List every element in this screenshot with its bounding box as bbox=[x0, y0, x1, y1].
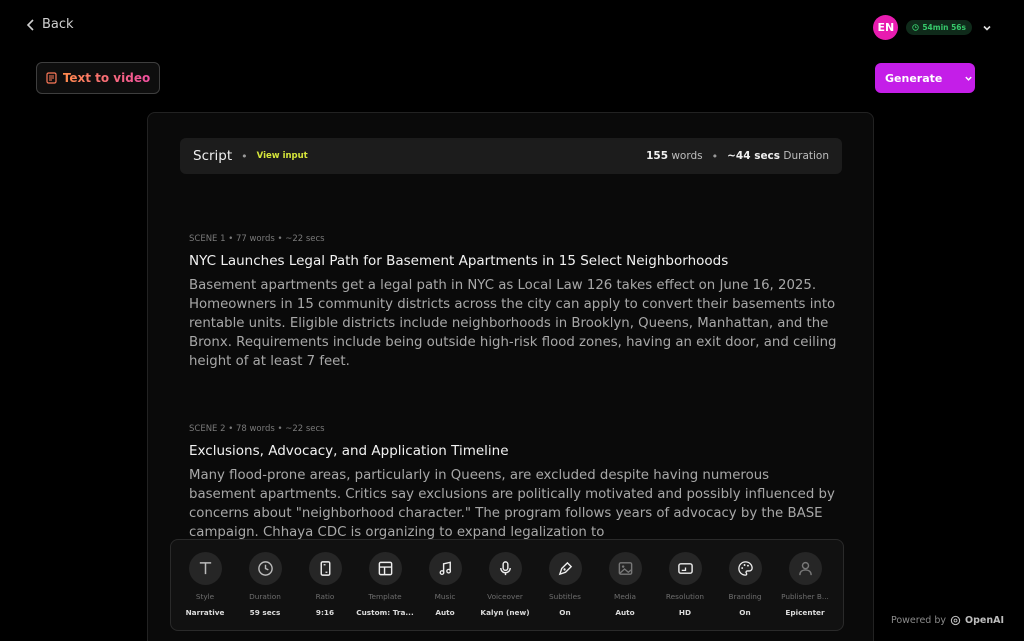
clock-icon bbox=[257, 561, 273, 576]
template-icon bbox=[378, 561, 392, 576]
text-icon bbox=[199, 562, 211, 575]
powered-by-label: Powered by bbox=[890, 615, 947, 626]
tool-value: Auto bbox=[615, 608, 635, 617]
words-count: 155 bbox=[646, 150, 668, 162]
screen-icon bbox=[677, 563, 693, 574]
tool-label: Subtitles bbox=[549, 592, 581, 601]
tool-label: Publisher B... bbox=[781, 592, 829, 601]
chevron-down-icon bbox=[983, 25, 991, 31]
user-icon bbox=[798, 561, 812, 576]
tool-ratio[interactable]: Ratio 9:16 bbox=[295, 552, 355, 630]
tool-label: Style bbox=[195, 592, 215, 601]
generate-button[interactable]: Generate bbox=[875, 63, 975, 93]
scene-title: NYC Launches Legal Path for Basement Apa… bbox=[189, 253, 729, 269]
account-menu-button[interactable] bbox=[980, 21, 994, 35]
script-title: Script bbox=[193, 148, 233, 164]
scene-title: Exclusions, Advocacy, and Application Ti… bbox=[189, 443, 509, 459]
tool-value: Custom: Tra... bbox=[356, 608, 414, 617]
powered-by: Powered by OpenAI bbox=[891, 615, 1004, 626]
tool-value: Epicenter bbox=[785, 608, 825, 617]
script-header: Script • View input 155 words • ~44 secs… bbox=[180, 138, 842, 174]
microphone-icon bbox=[499, 561, 511, 576]
back-label: Back bbox=[42, 17, 74, 32]
script-stats: 155 words • ~44 secs Duration bbox=[646, 150, 829, 163]
powered-by-brand: OpenAI bbox=[965, 615, 1004, 626]
account-area: EN 54min 56s bbox=[873, 15, 994, 40]
tool-subtitles[interactable]: Subtitles On bbox=[535, 552, 595, 630]
scene-body[interactable]: Many flood-prone areas, particularly in … bbox=[189, 466, 839, 542]
openai-logo-icon bbox=[950, 615, 961, 626]
scene-meta: SCENE 1 • 77 words • ~22 secs bbox=[189, 234, 325, 244]
tool-value: Kalyn (new) bbox=[480, 608, 530, 617]
back-button[interactable]: Back bbox=[26, 17, 74, 32]
tool-branding[interactable]: Branding On bbox=[715, 552, 775, 630]
tool-resolution[interactable]: Resolution HD bbox=[655, 552, 715, 630]
tool-value: HD bbox=[678, 608, 692, 617]
music-icon bbox=[439, 561, 451, 576]
separator-dot: • bbox=[711, 149, 719, 163]
tool-label: Ratio bbox=[315, 592, 335, 601]
tool-label: Media bbox=[614, 592, 636, 601]
tool-publisher[interactable]: Publisher B... Epicenter bbox=[775, 552, 835, 630]
tool-media[interactable]: Media Auto bbox=[595, 552, 655, 630]
tool-value: 9:16 bbox=[315, 608, 335, 617]
ratio-icon bbox=[320, 561, 330, 576]
palette-icon bbox=[737, 561, 753, 576]
tool-label: Template bbox=[368, 592, 402, 601]
pen-icon bbox=[558, 561, 572, 576]
scene-body[interactable]: Basement apartments get a legal path in … bbox=[189, 276, 839, 371]
tool-duration[interactable]: Duration 59 secs bbox=[235, 552, 295, 630]
tool-music[interactable]: Music Auto bbox=[415, 552, 475, 630]
generate-label: Generate bbox=[885, 71, 943, 85]
separator-dot: • bbox=[241, 149, 248, 163]
tool-value: 59 secs bbox=[249, 608, 281, 617]
tool-label: Duration bbox=[249, 592, 281, 601]
tool-value: Auto bbox=[435, 608, 455, 617]
scene-2[interactable]: SCENE 2 • 78 words • ~22 secs Exclusions… bbox=[189, 424, 839, 542]
clock-icon bbox=[912, 24, 920, 31]
tool-label: Resolution bbox=[665, 592, 705, 601]
text-to-video-button[interactable]: Text to video bbox=[36, 62, 160, 94]
time-remaining-value: 54min 56s bbox=[922, 23, 966, 32]
scene-1[interactable]: SCENE 1 • 77 words • ~22 secs NYC Launch… bbox=[189, 234, 839, 371]
tool-template[interactable]: Template Custom: Tra... bbox=[355, 552, 415, 630]
scene-meta: SCENE 2 • 78 words • ~22 secs bbox=[189, 424, 325, 434]
tool-label: Branding bbox=[728, 592, 762, 601]
tool-value: On bbox=[559, 608, 571, 617]
time-remaining-badge: 54min 56s bbox=[906, 20, 972, 35]
duration-value: ~44 secs bbox=[727, 150, 781, 162]
tool-value: On bbox=[739, 608, 751, 617]
image-icon bbox=[618, 562, 632, 575]
document-icon bbox=[46, 72, 57, 84]
view-input-link[interactable]: View input bbox=[257, 151, 308, 161]
tool-label: Music bbox=[434, 592, 456, 601]
tool-label: Voiceover bbox=[487, 592, 523, 601]
tool-style[interactable]: Style Narrative bbox=[175, 552, 235, 630]
duration-label: Duration bbox=[783, 150, 829, 162]
settings-toolbar: Style Narrative Duration 59 secs Ratio 9… bbox=[170, 539, 844, 631]
avatar[interactable]: EN bbox=[873, 15, 899, 40]
tool-voiceover[interactable]: Voiceover Kalyn (new) bbox=[475, 552, 535, 630]
tool-value: Narrative bbox=[185, 608, 225, 617]
mode-label: Text to video bbox=[62, 71, 151, 85]
words-label: words bbox=[671, 150, 703, 162]
chevron-down-icon bbox=[965, 76, 973, 81]
chevron-left-icon bbox=[26, 18, 34, 31]
